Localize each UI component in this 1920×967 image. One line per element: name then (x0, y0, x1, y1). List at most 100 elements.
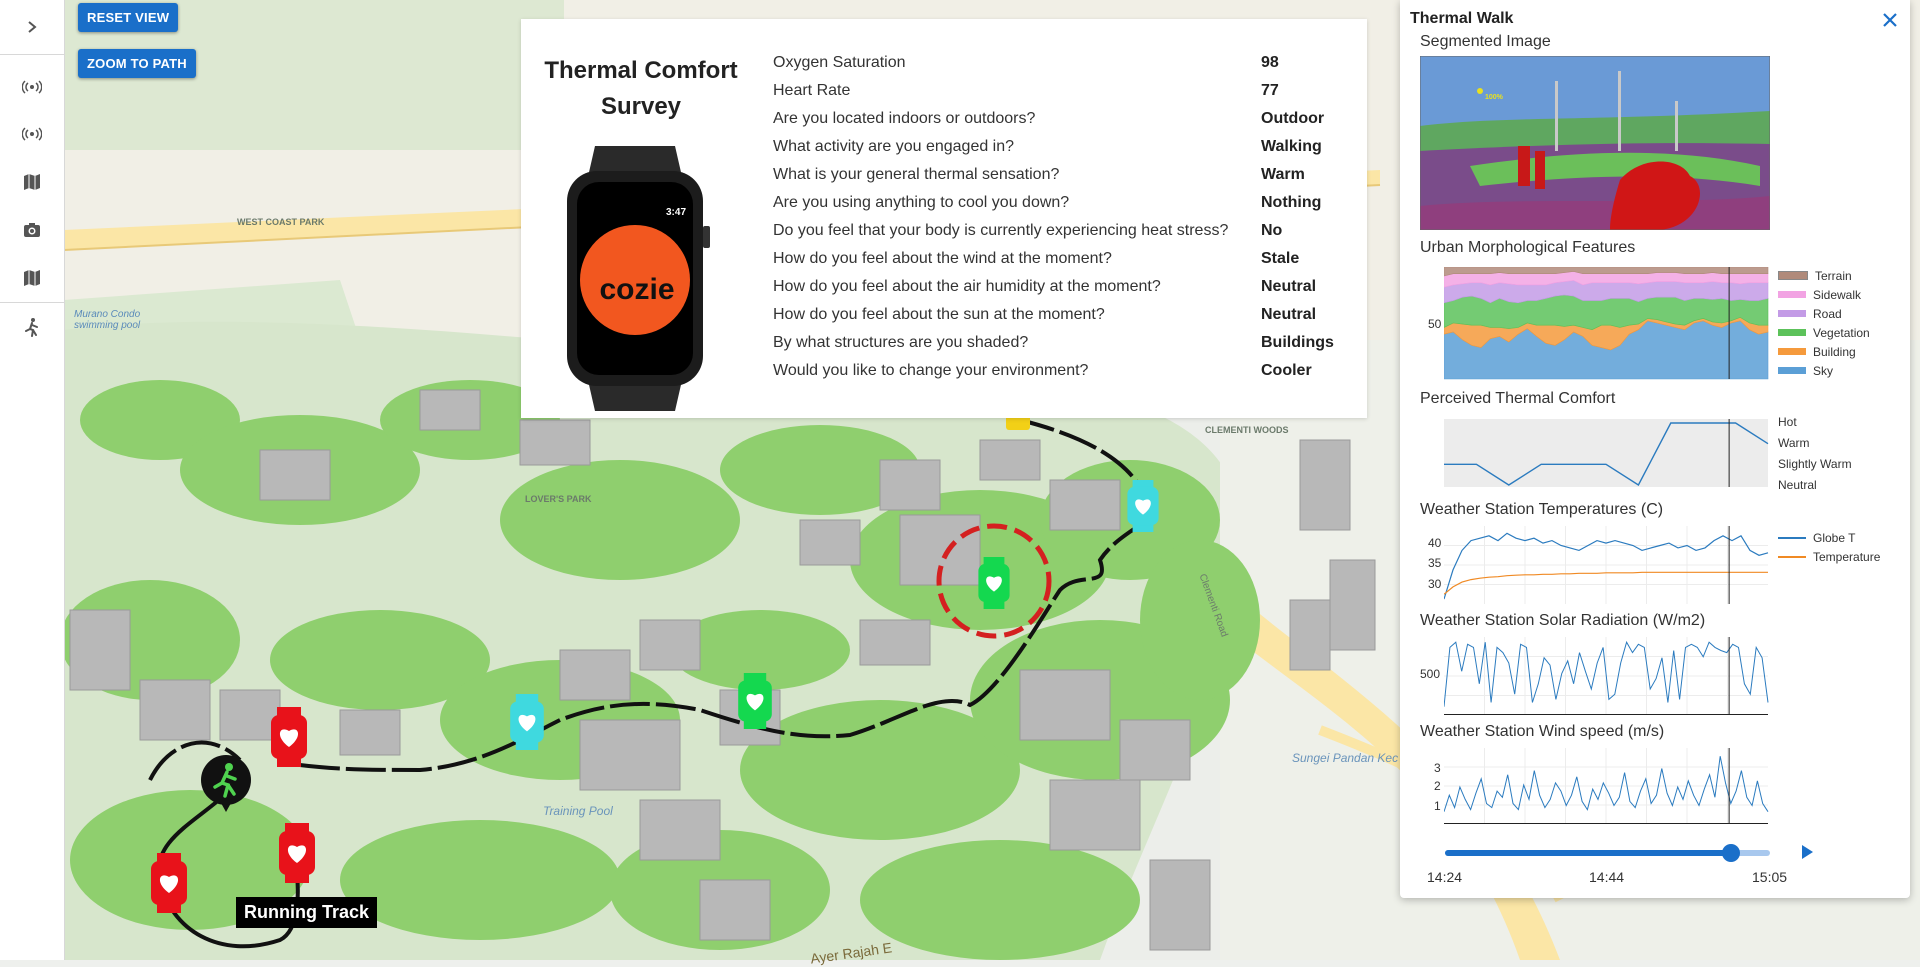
map-label-west-coast-park: WEST COAST PARK (237, 217, 325, 227)
legend-swatch (1778, 367, 1806, 374)
survey-question: Oxygen Saturation (773, 54, 906, 71)
survey-question: What activity are you engaged in? (773, 138, 1015, 155)
solar-title: Weather Station Solar Radiation (W/m2) (1420, 612, 1706, 629)
wind-ytick: 2 (1434, 779, 1441, 793)
wind-chart (1444, 748, 1769, 824)
watch-marker-green[interactable] (738, 673, 772, 729)
survey-question: How do you feel about the wind at the mo… (773, 250, 1112, 267)
watch-marker-red[interactable] (279, 823, 315, 883)
comfort-chart (1444, 419, 1769, 487)
survey-question: Heart Rate (773, 82, 851, 99)
legend-item: Building (1778, 342, 1870, 361)
sensor-icon[interactable] (0, 114, 64, 154)
survey-answer: Neutral (1261, 306, 1317, 323)
watch-marker-red[interactable] (271, 707, 307, 767)
survey-title: Thermal Comfort Survey (535, 53, 747, 125)
survey-answer: Warm (1261, 166, 1305, 183)
survey-question: Are you located indoors or outdoors? (773, 110, 1036, 127)
reset-view-button[interactable]: RESET VIEW (78, 3, 179, 32)
wind-ytick: 1 (1434, 799, 1441, 813)
watch-marker-red[interactable] (151, 853, 187, 913)
temp-ytick: 35 (1428, 556, 1442, 570)
legend-label: Sky (1813, 363, 1834, 378)
plot-background (1444, 419, 1768, 487)
temp-ytick: 40 (1428, 536, 1442, 550)
chevron-right-icon[interactable] (0, 0, 64, 55)
legend-swatch (1778, 536, 1806, 539)
map-icon[interactable] (0, 258, 64, 298)
legend-swatch (1778, 310, 1806, 317)
camera-icon[interactable] (0, 210, 64, 250)
survey-row: Heart Rate 77 (773, 77, 1353, 105)
segmented-image (1420, 56, 1770, 230)
survey-answer: Neutral (1261, 278, 1317, 295)
legend-swatch (1778, 555, 1806, 558)
survey-answer: 98 (1261, 54, 1279, 71)
zoom-to-path-button[interactable]: ZOOM TO PATH (78, 49, 196, 78)
left-sidebar (0, 0, 65, 960)
segmented-image-title: Segmented Image (1420, 33, 1551, 50)
morph-chart (1444, 267, 1769, 380)
survey-question: How do you feel about the sun at the mom… (773, 306, 1105, 323)
temp-title: Weather Station Temperatures (C) (1420, 501, 1664, 518)
walker-position-icon[interactable] (200, 754, 252, 814)
survey-title-line2: Survey (600, 93, 682, 120)
map-label-training-pool: Training Pool (543, 804, 613, 818)
survey-question: Do you feel that your body is currently … (773, 222, 1229, 239)
survey-popup: Thermal Comfort Survey 3:47 cozie Oxygen… (521, 19, 1367, 418)
survey-row: What activity are you engaged in? Walking (773, 133, 1353, 161)
sidebar-divider (0, 302, 64, 303)
survey-answer: Walking (1261, 138, 1322, 155)
legend-item: Road (1778, 304, 1870, 323)
time-label-mid: 14:44 (1589, 869, 1625, 885)
legend-label: Temperature (1813, 549, 1881, 564)
wind-title: Weather Station Wind speed (m/s) (1420, 723, 1665, 740)
watch-marker-green-selected[interactable] (978, 557, 1010, 609)
legend-item: Sidewalk (1778, 285, 1870, 304)
time-slider-thumb[interactable] (1722, 844, 1740, 862)
time-label-end: 15:05 (1752, 869, 1788, 885)
watch-marker-cyan[interactable] (1127, 480, 1159, 532)
legend-label: Sidewalk (1813, 287, 1862, 302)
survey-row: How do you feel about the sun at the mom… (773, 301, 1353, 329)
sensor-icon[interactable] (0, 67, 64, 107)
time-slider[interactable] (1445, 844, 1770, 862)
legend-item: Temperature (1778, 547, 1880, 566)
play-icon[interactable] (1800, 844, 1814, 865)
survey-question: How do you feel about the air humidity a… (773, 278, 1161, 295)
legend-item: Vegetation (1778, 323, 1870, 342)
survey-row: Would you like to change your environmen… (773, 357, 1353, 385)
solar-chart (1444, 637, 1769, 715)
survey-row: How do you feel about the wind at the mo… (773, 245, 1353, 273)
survey-answer: Cooler (1261, 362, 1312, 379)
segmented-overlay-text: 100% (1485, 94, 1503, 101)
survey-question: What is your general thermal sensation? (773, 166, 1060, 183)
survey-row: Are you using anything to cool you down?… (773, 189, 1353, 217)
comfort-category: Neutral (1778, 478, 1817, 492)
legend-swatch (1778, 291, 1806, 298)
legend-label: Globe T (1813, 530, 1856, 545)
survey-title-line1: Thermal Comfort (544, 57, 738, 84)
map-label-lovers-park: LOVER'S PARK (525, 494, 592, 504)
watch-marker-cyan[interactable] (510, 694, 544, 750)
survey-answer: No (1261, 222, 1283, 239)
legend-label: Terrain (1815, 268, 1852, 283)
survey-question: Are you using anything to cool you down? (773, 194, 1070, 211)
watch-time: 3:47 (666, 207, 687, 218)
walking-person-icon[interactable] (0, 307, 64, 347)
close-icon[interactable] (1882, 6, 1898, 35)
time-label-start: 14:24 (1427, 869, 1463, 885)
map-label-murano: Murano Condo swimming pool (74, 309, 141, 331)
survey-answer: Buildings (1261, 334, 1334, 351)
survey-row: Do you feel that your body is currently … (773, 217, 1353, 245)
survey-row: Are you located indoors or outdoors? Outd… (773, 105, 1353, 133)
legend-label: Building (1813, 344, 1856, 359)
map-icon[interactable] (0, 162, 64, 202)
survey-row: How do you feel about the air humidity a… (773, 273, 1353, 301)
comfort-title: Perceived Thermal Comfort (1420, 390, 1616, 407)
legend-item: Sky (1778, 361, 1870, 380)
comfort-category: Warm (1778, 436, 1810, 450)
comfort-categories: Hot Warm Slightly Warm Neutral (1778, 412, 1852, 496)
legend-label: Road (1813, 306, 1842, 321)
morph-legend: Terrain Sidewalk Road Vegetation Buildin… (1778, 266, 1870, 380)
